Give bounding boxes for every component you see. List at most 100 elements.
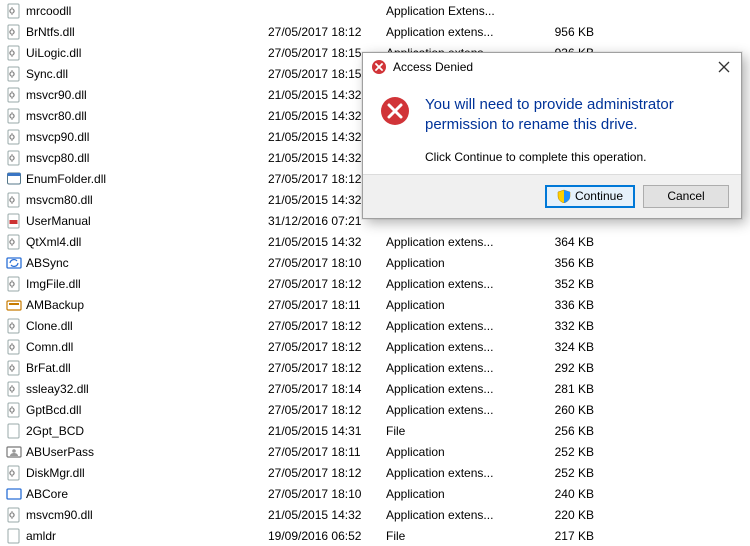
- file-name-cell[interactable]: AMBackup: [6, 297, 268, 313]
- dll-icon: [6, 24, 22, 40]
- file-date-cell: 27/05/2017 18:12: [268, 403, 386, 417]
- file-name-label: mrcoodll: [26, 4, 71, 18]
- file-row[interactable]: ABCore27/05/2017 18:10Application240 KB: [0, 483, 750, 504]
- file-name-cell[interactable]: BrNtfs.dll: [6, 24, 268, 40]
- file-name-label: Clone.dll: [26, 319, 73, 333]
- dll-icon: [6, 465, 22, 481]
- file-type-cell: Application extens...: [386, 361, 532, 375]
- file-row[interactable]: ABUserPass27/05/2017 18:11Application252…: [0, 441, 750, 462]
- file-row[interactable]: BrNtfs.dll27/05/2017 18:12Application ex…: [0, 21, 750, 42]
- file-row[interactable]: Clone.dll27/05/2017 18:12Application ext…: [0, 315, 750, 336]
- file-name-cell[interactable]: DiskMgr.dll: [6, 465, 268, 481]
- file-name-cell[interactable]: ssleay32.dll: [6, 381, 268, 397]
- file-name-cell[interactable]: msvcm90.dll: [6, 507, 268, 523]
- file-name-cell[interactable]: Comn.dll: [6, 339, 268, 355]
- file-type-cell: Application extens...: [386, 508, 532, 522]
- cancel-button-label: Cancel: [667, 189, 704, 203]
- file-name-label: ABSync: [26, 256, 69, 270]
- dll-icon: [6, 108, 22, 124]
- file-type-cell: Application Extens...: [386, 4, 532, 18]
- file-name-cell[interactable]: Sync.dll: [6, 66, 268, 82]
- file-name-cell[interactable]: msvcp80.dll: [6, 150, 268, 166]
- file-size-cell: 364 KB: [532, 235, 594, 249]
- file-name-label: ABUserPass: [26, 445, 94, 459]
- close-icon[interactable]: [715, 58, 733, 76]
- file-name-label: BrNtfs.dll: [26, 25, 75, 39]
- cancel-button[interactable]: Cancel: [643, 185, 729, 208]
- file-type-cell: Application extens...: [386, 277, 532, 291]
- dll-icon: [6, 276, 22, 292]
- file-name-cell[interactable]: msvcr80.dll: [6, 108, 268, 124]
- file-name-label: msvcp80.dll: [26, 151, 89, 165]
- dialog-titlebar: Access Denied: [363, 53, 741, 81]
- file-type-cell: Application extens...: [386, 235, 532, 249]
- dll-icon: [6, 150, 22, 166]
- file-row[interactable]: Comn.dll27/05/2017 18:12Application exte…: [0, 336, 750, 357]
- dll-icon: [6, 87, 22, 103]
- file-date-cell: 27/05/2017 18:14: [268, 382, 386, 396]
- file-name-cell[interactable]: ImgFile.dll: [6, 276, 268, 292]
- uac-shield-icon: [557, 189, 571, 203]
- file-type-cell: Application: [386, 298, 532, 312]
- file-name-cell[interactable]: QtXml4.dll: [6, 234, 268, 250]
- file-row[interactable]: DiskMgr.dll27/05/2017 18:12Application e…: [0, 462, 750, 483]
- file-row[interactable]: ssleay32.dll27/05/2017 18:14Application …: [0, 378, 750, 399]
- file-name-cell[interactable]: amldr: [6, 528, 268, 544]
- file-name-cell[interactable]: EnumFolder.dll: [6, 171, 268, 187]
- file-row[interactable]: 2Gpt_BCD21/05/2015 14:31File256 KB: [0, 420, 750, 441]
- abuserpass-icon: [6, 444, 22, 460]
- file-name-cell[interactable]: Clone.dll: [6, 318, 268, 334]
- file-name-cell[interactable]: ABSync: [6, 255, 268, 271]
- file-name-label: msvcm90.dll: [26, 508, 93, 522]
- file-name-cell[interactable]: msvcp90.dll: [6, 129, 268, 145]
- continue-button-label: Continue: [575, 189, 623, 203]
- file-row[interactable]: BrFat.dll27/05/2017 18:12Application ext…: [0, 357, 750, 378]
- file-name-cell[interactable]: ABUserPass: [6, 444, 268, 460]
- dll-icon: [6, 234, 22, 250]
- file-name-cell[interactable]: UiLogic.dll: [6, 45, 268, 61]
- file-row[interactable]: AMBackup27/05/2017 18:11Application336 K…: [0, 294, 750, 315]
- file-name-label: EnumFolder.dll: [26, 172, 106, 186]
- file-date-cell: 27/05/2017 18:10: [268, 256, 386, 270]
- error-icon: [371, 59, 387, 75]
- file-row[interactable]: amldr19/09/2016 06:52File217 KB: [0, 525, 750, 546]
- file-size-cell: 336 KB: [532, 298, 594, 312]
- file-date-cell: 27/05/2017 18:12: [268, 466, 386, 480]
- file-name-cell[interactable]: GptBcd.dll: [6, 402, 268, 418]
- file-name-cell[interactable]: BrFat.dll: [6, 360, 268, 376]
- file-name-cell[interactable]: mrcoodll: [6, 3, 268, 19]
- file-name-cell[interactable]: msvcm80.dll: [6, 192, 268, 208]
- file-row[interactable]: msvcm90.dll 21/05/2015 14:32Application e…: [0, 504, 750, 525]
- dialog-body: You will need to provide administrator p…: [363, 81, 741, 174]
- file-row[interactable]: mrcoodll Application Extens...: [0, 0, 750, 21]
- file-name-cell[interactable]: 2Gpt_BCD: [6, 423, 268, 439]
- file-row[interactable]: QtXml4.dll21/05/2015 14:32Application ex…: [0, 231, 750, 252]
- file-icon: [6, 423, 22, 439]
- file-type-cell: File: [386, 529, 532, 543]
- file-name-label: 2Gpt_BCD: [26, 424, 84, 438]
- file-size-cell: 260 KB: [532, 403, 594, 417]
- file-date-cell: 27/05/2017 18:12: [268, 25, 386, 39]
- file-date-cell: 27/05/2017 18:12: [268, 340, 386, 354]
- dialog-headline: You will need to provide administrator p…: [425, 95, 725, 136]
- file-name-cell[interactable]: ABCore: [6, 486, 268, 502]
- file-name-label: msvcm80.dll: [26, 193, 93, 207]
- dll-icon: [6, 129, 22, 145]
- file-size-cell: 220 KB: [532, 508, 594, 522]
- file-name-cell[interactable]: UserManual: [6, 213, 268, 229]
- file-date-cell: 19/09/2016 06:52: [268, 529, 386, 543]
- file-row[interactable]: ABSync27/05/2017 18:10Application356 KB: [0, 252, 750, 273]
- file-row[interactable]: ImgFile.dll27/05/2017 18:12Application e…: [0, 273, 750, 294]
- file-icon: [6, 528, 22, 544]
- continue-button[interactable]: Continue: [545, 185, 635, 208]
- file-date-cell: 27/05/2017 18:12: [268, 319, 386, 333]
- file-date-cell: 21/05/2015 14:32: [268, 508, 386, 522]
- file-size-cell: 356 KB: [532, 256, 594, 270]
- file-size-cell: 256 KB: [532, 424, 594, 438]
- file-row[interactable]: GptBcd.dll27/05/2017 18:12Application ex…: [0, 399, 750, 420]
- file-name-label: UiLogic.dll: [26, 46, 81, 60]
- file-name-cell[interactable]: msvcr90.dll: [6, 87, 268, 103]
- file-size-cell: 217 KB: [532, 529, 594, 543]
- file-type-cell: Application extens...: [386, 466, 532, 480]
- file-name-label: ImgFile.dll: [26, 277, 81, 291]
